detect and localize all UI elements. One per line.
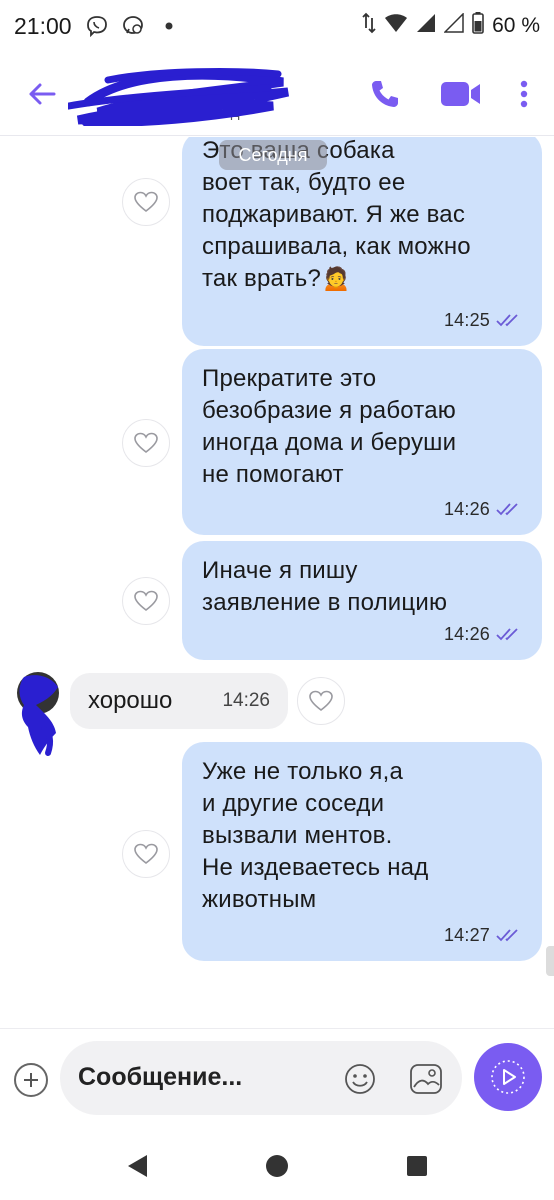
message-time: 14:26 bbox=[443, 624, 490, 644]
message-meta: 14:25 bbox=[444, 304, 522, 336]
heart-icon bbox=[134, 590, 158, 612]
nav-home-button[interactable] bbox=[262, 1151, 292, 1181]
nav-home-icon bbox=[266, 1155, 288, 1177]
message-meta: 14:27 bbox=[444, 919, 522, 951]
heart-icon bbox=[134, 843, 158, 865]
viber-icon bbox=[86, 15, 108, 37]
double-check-icon bbox=[496, 503, 518, 516]
status-time: 21:00 bbox=[14, 12, 72, 39]
message-text: Прекратите это безобразие я работаю иног… bbox=[202, 365, 457, 488]
add-attachment-button[interactable] bbox=[14, 1063, 48, 1097]
more-options-button[interactable] bbox=[504, 74, 544, 114]
emoji-button[interactable] bbox=[342, 1061, 378, 1097]
add-icon bbox=[24, 1073, 38, 1087]
battery-percent: 60 % bbox=[492, 14, 540, 37]
message-text: Уже не только я,а и другие соседи вызвал… bbox=[202, 758, 429, 913]
send-icon bbox=[491, 1060, 525, 1094]
sticker-icon bbox=[410, 1064, 442, 1094]
message-time: 14:25 bbox=[443, 310, 490, 330]
nav-recents-button[interactable] bbox=[402, 1151, 432, 1181]
like-button[interactable] bbox=[122, 830, 170, 878]
double-check-icon bbox=[496, 314, 518, 327]
message-meta: 14:26 bbox=[444, 618, 522, 650]
like-button[interactable] bbox=[122, 577, 170, 625]
status-bar: 21:00 60 % bbox=[0, 0, 554, 52]
message-text: хорошо bbox=[88, 687, 173, 714]
heart-icon bbox=[134, 191, 158, 213]
message-time: 14:26 bbox=[222, 690, 270, 711]
video-icon bbox=[441, 82, 480, 106]
voice-video-send-button[interactable] bbox=[474, 1043, 542, 1111]
emoji-icon bbox=[345, 1064, 375, 1094]
double-check-icon bbox=[496, 628, 518, 641]
message-time: 14:27 bbox=[443, 925, 490, 945]
like-button[interactable] bbox=[297, 677, 345, 725]
nav-recents-icon bbox=[407, 1156, 427, 1176]
heart-icon bbox=[134, 432, 158, 454]
message-bubble-outgoing[interactable]: Прекратите это безобразие я работаю иног… bbox=[182, 349, 542, 535]
message-input-placeholder: Сообщение... bbox=[78, 1063, 243, 1091]
video-call-button[interactable] bbox=[438, 74, 484, 114]
like-button[interactable] bbox=[122, 419, 170, 467]
message-bubble-outgoing[interactable]: Иначе я пишу заявление в полицию 14:26 bbox=[182, 541, 542, 660]
back-arrow-icon bbox=[29, 83, 56, 105]
date-separator: Сегодня bbox=[219, 140, 327, 170]
messenger-icon bbox=[122, 15, 144, 37]
edge-panel-handle[interactable] bbox=[546, 946, 554, 976]
nav-back-icon bbox=[128, 1155, 147, 1177]
phone-icon bbox=[372, 81, 398, 107]
sticker-button[interactable] bbox=[408, 1061, 444, 1097]
signal-icon bbox=[416, 13, 436, 39]
heart-icon bbox=[309, 690, 333, 712]
call-button[interactable] bbox=[365, 74, 405, 114]
more-vert-icon bbox=[520, 80, 528, 108]
battery-icon bbox=[472, 12, 484, 40]
data-arrows-icon bbox=[362, 12, 376, 40]
message-list[interactable]: Это ваша собака воет так, будто ее поджа… bbox=[0, 137, 554, 1027]
nav-back-button[interactable] bbox=[122, 1151, 152, 1181]
message-meta: 14:26 bbox=[444, 493, 522, 525]
status-right: 60 % bbox=[362, 12, 540, 40]
double-check-icon bbox=[496, 929, 518, 942]
message-input[interactable]: Сообщение... bbox=[60, 1041, 462, 1115]
signal-empty-icon bbox=[443, 12, 464, 39]
message-bubble-outgoing[interactable]: Уже не только я,а и другие соседи вызвал… bbox=[182, 742, 542, 961]
like-button[interactable] bbox=[122, 178, 170, 226]
message-composer: Сообщение... bbox=[0, 1028, 554, 1132]
back-button[interactable] bbox=[24, 76, 60, 112]
message-text: Иначе я пишу заявление в полицию bbox=[202, 557, 448, 616]
contact-info[interactable]: в сети: 19 мин назад bbox=[68, 62, 298, 126]
message-time: 14:26 bbox=[443, 499, 490, 519]
dot-icon bbox=[158, 15, 180, 37]
wifi-icon bbox=[384, 13, 408, 39]
chat-header: в сети: 19 мин назад bbox=[0, 52, 554, 136]
system-nav-bar bbox=[0, 1132, 554, 1200]
avatar[interactable] bbox=[14, 671, 66, 757]
message-bubble-incoming[interactable]: хорошо 14:26 bbox=[70, 673, 288, 729]
name-redaction-scribble bbox=[68, 68, 290, 126]
